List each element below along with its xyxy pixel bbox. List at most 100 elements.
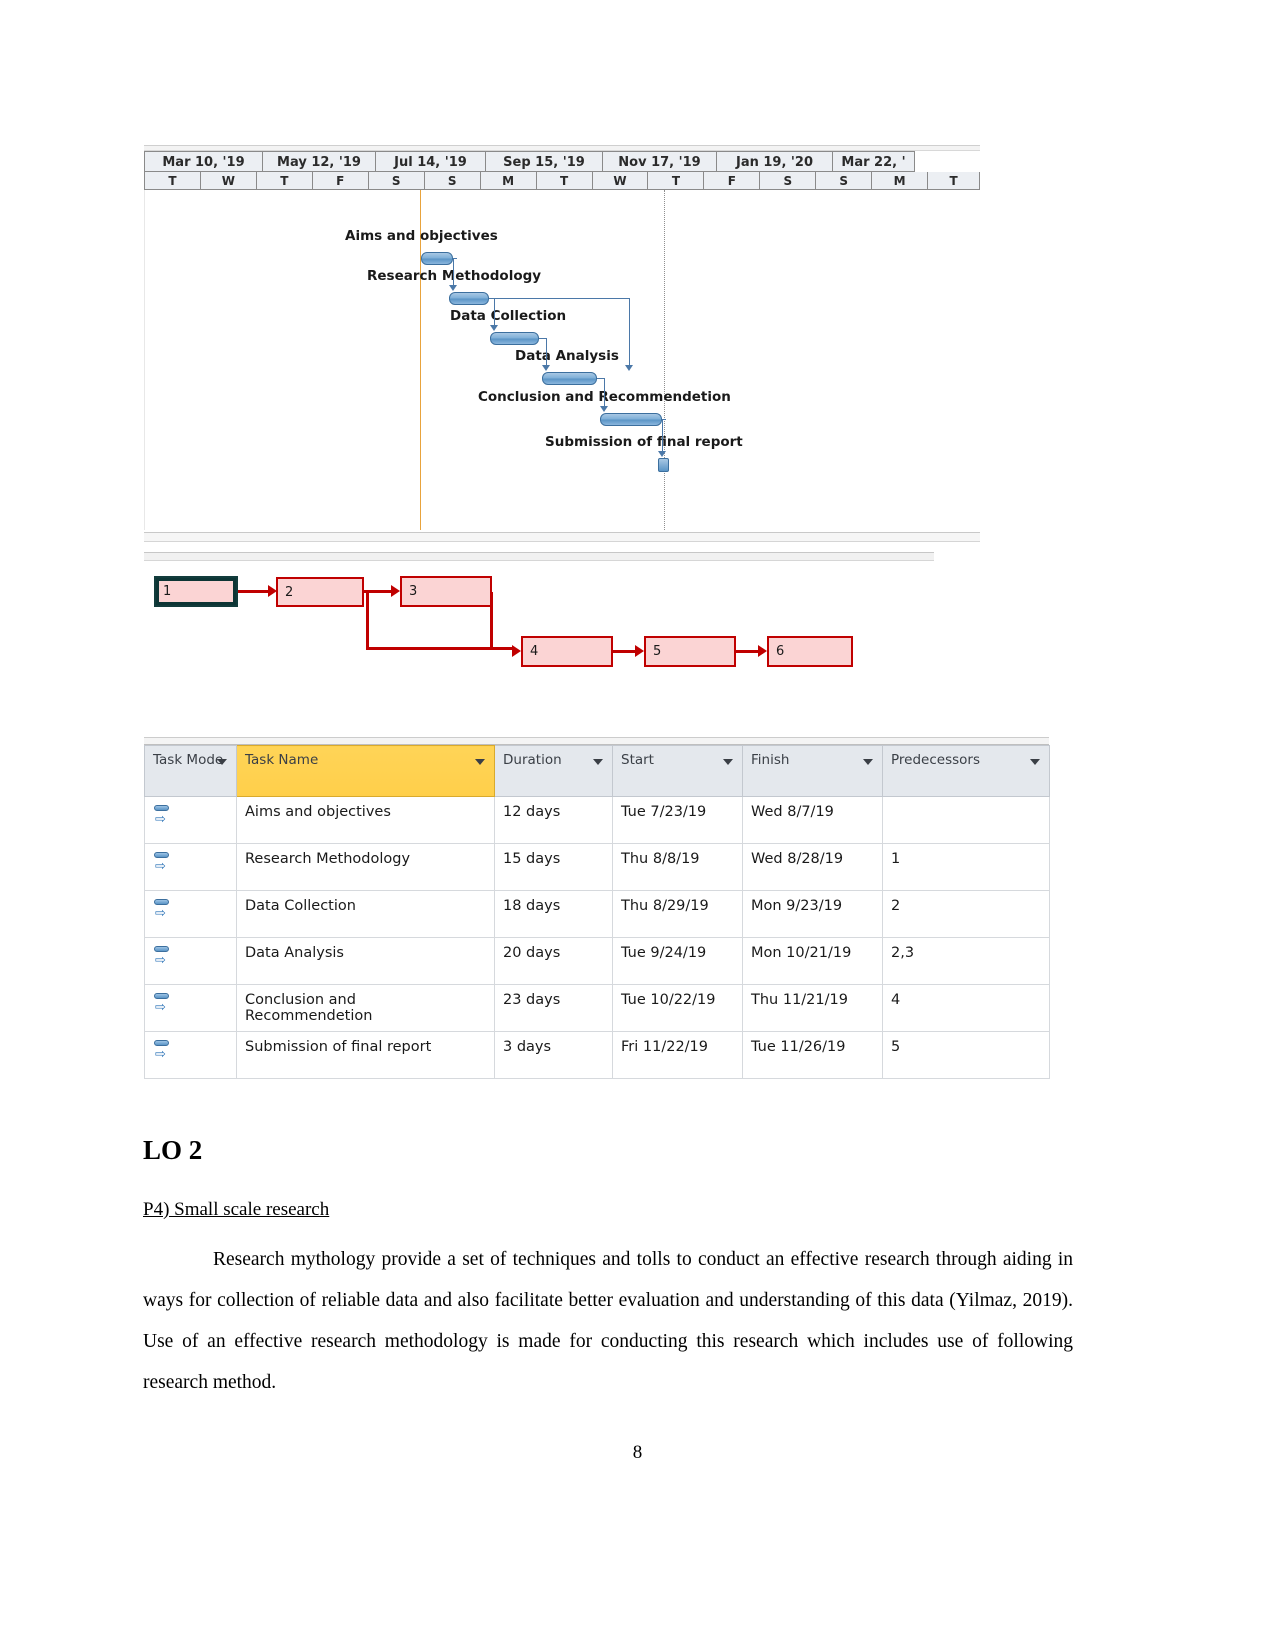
timescale-major-0: Mar 10, '19	[145, 151, 263, 172]
gantt-link-arrow-5	[658, 451, 666, 457]
cell-predecessors[interactable]: 2,3	[882, 937, 1050, 985]
network-node-label: 2	[285, 584, 294, 600]
cell-duration[interactable]: 3 days	[494, 1031, 613, 1079]
cell-predecessors[interactable]: 4	[882, 984, 1050, 1032]
cell-name[interactable]: Research Methodology	[236, 843, 495, 891]
gantt-bar-6[interactable]	[658, 458, 669, 472]
column-header-finish[interactable]: Finish	[742, 745, 883, 797]
cell-finish[interactable]: Wed 8/7/19	[742, 796, 883, 844]
cell-predecessors[interactable]: 1	[882, 843, 1050, 891]
cell-task-mode[interactable]: ⇨	[144, 890, 237, 938]
network-node-label: 6	[776, 644, 785, 659]
table-row[interactable]: ⇨ Aims and objectives 12 days Tue 7/23/19 We…	[144, 796, 1050, 844]
filter-chevron-down-icon[interactable]	[863, 759, 873, 765]
network-arrow-1-2	[268, 585, 277, 597]
filter-chevron-down-icon[interactable]	[475, 759, 485, 765]
cell-duration[interactable]: 15 days	[494, 843, 613, 891]
manually-scheduled-icon[interactable]: ⇨	[153, 898, 173, 920]
timescale-minor-14: T	[928, 172, 981, 190]
cell-name[interactable]: Aims and objectives	[236, 796, 495, 844]
gantt-task-label-1: Aims and objectives	[345, 228, 498, 244]
network-canvas: 1 2 3 4 5 6	[144, 562, 934, 672]
gantt-link-h-3	[539, 338, 546, 339]
cell-name[interactable]: Data Collection	[236, 890, 495, 938]
network-node-1[interactable]: 1	[154, 576, 238, 607]
column-header-name[interactable]: Task Name	[236, 745, 495, 797]
manually-scheduled-icon[interactable]: ⇨	[153, 945, 173, 967]
body-paragraph: Research mythology provide a set of tech…	[143, 1249, 1073, 1393]
cell-start[interactable]: Tue 10/22/19	[612, 984, 743, 1032]
filter-chevron-down-icon[interactable]	[1030, 759, 1040, 765]
cell-task-mode[interactable]: ⇨	[144, 937, 237, 985]
manually-scheduled-icon[interactable]: ⇨	[153, 1039, 173, 1061]
cell-task-mode[interactable]: ⇨	[144, 984, 237, 1032]
cell-finish[interactable]: Mon 10/21/19	[742, 937, 883, 985]
cell-name[interactable]: Conclusion and Recommendetion	[236, 984, 495, 1032]
column-header-start[interactable]: Start	[612, 745, 743, 797]
cell-finish[interactable]: Wed 8/28/19	[742, 843, 883, 891]
cell-task-mode[interactable]: ⇨	[144, 1031, 237, 1079]
cell-finish[interactable]: Thu 11/21/19	[742, 984, 883, 1032]
network-edge-1-2	[238, 590, 268, 593]
network-node-label: 5	[653, 644, 662, 659]
manually-scheduled-icon[interactable]: ⇨	[153, 851, 173, 873]
gantt-link-v-3	[546, 338, 547, 366]
network-node-5[interactable]: 5	[644, 636, 736, 667]
table-row[interactable]: ⇨ Data Collection 18 days Thu 8/29/19 Mon 9/…	[144, 890, 1050, 938]
table-row[interactable]: ⇨ Conclusion and Recommendetion 23 days Tue…	[144, 984, 1050, 1032]
gantt-bar-3[interactable]	[490, 332, 539, 345]
timescale-minor-6: M	[480, 172, 537, 190]
cell-name[interactable]: Submission of final report	[236, 1031, 495, 1079]
cell-predecessors[interactable]	[882, 796, 1050, 844]
column-header-mode[interactable]: Task Mode	[144, 745, 237, 797]
column-header-predecessors[interactable]: Predecessors	[882, 745, 1050, 797]
table-row[interactable]: ⇨ Research Methodology 15 days Thu 8/8/19 We…	[144, 843, 1050, 891]
network-edge-3-4-v	[490, 592, 493, 648]
gantt-link-h-extra	[489, 298, 629, 299]
cell-task-mode[interactable]: ⇨	[144, 796, 237, 844]
cell-finish[interactable]: Mon 9/23/19	[742, 890, 883, 938]
cell-duration[interactable]: 23 days	[494, 984, 613, 1032]
cell-finish[interactable]: Tue 11/26/19	[742, 1031, 883, 1079]
cell-start[interactable]: Fri 11/22/19	[612, 1031, 743, 1079]
lo-heading: LO 2	[143, 1135, 203, 1165]
cell-task-mode[interactable]: ⇨	[144, 843, 237, 891]
network-node-3[interactable]: 3	[400, 576, 492, 607]
cell-duration[interactable]: 12 days	[494, 796, 613, 844]
filter-chevron-down-icon[interactable]	[593, 759, 603, 765]
gantt-bar-2[interactable]	[449, 292, 489, 305]
gantt-link-v-4	[604, 378, 605, 407]
document-text: LO 2 P4) Small scale research Research m…	[143, 1135, 1073, 1403]
page-number: 8	[632, 1442, 643, 1463]
timescale-minor-12: S	[816, 172, 873, 190]
cell-predecessors[interactable]: 5	[882, 1031, 1050, 1079]
gantt-canvas: Aims and objectives Research Methodology D…	[144, 190, 980, 530]
gantt-link-arrow-1	[449, 285, 457, 291]
task-table: Task Mode Task Name Duration Start Finish Pre…	[144, 745, 1050, 1079]
manually-scheduled-icon[interactable]: ⇨	[153, 804, 173, 826]
cell-start[interactable]: Thu 8/8/19	[612, 843, 743, 891]
filter-chevron-down-icon[interactable]	[217, 759, 227, 765]
table-row[interactable]: ⇨ Data Analysis 20 days Tue 9/24/19 Mon 10/2…	[144, 937, 1050, 985]
cell-start[interactable]: Thu 8/29/19	[612, 890, 743, 938]
column-header-label: Task Name	[245, 752, 319, 768]
cell-start[interactable]: Tue 7/23/19	[612, 796, 743, 844]
gantt-bar-4[interactable]	[542, 372, 597, 385]
cell-name[interactable]: Data Analysis	[236, 937, 495, 985]
filter-chevron-down-icon[interactable]	[723, 759, 733, 765]
manually-scheduled-icon[interactable]: ⇨	[153, 992, 173, 1014]
network-top-divider	[144, 552, 934, 561]
cell-duration[interactable]: 18 days	[494, 890, 613, 938]
cell-predecessors[interactable]: 2	[882, 890, 1050, 938]
table-row[interactable]: ⇨ Submission of final report 3 days Fri 11/…	[144, 1031, 1050, 1079]
cell-duration[interactable]: 20 days	[494, 937, 613, 985]
cell-start[interactable]: Tue 9/24/19	[612, 937, 743, 985]
network-node-6[interactable]: 6	[767, 636, 853, 667]
gantt-link-v-5	[662, 419, 663, 452]
network-node-4[interactable]: 4	[521, 636, 613, 667]
network-node-2[interactable]: 2	[276, 577, 364, 607]
gantt-bar-5[interactable]	[600, 413, 662, 426]
timescale-minor-10: F	[704, 172, 761, 190]
column-header-duration[interactable]: Duration	[494, 745, 613, 797]
gantt-bar-1[interactable]	[421, 252, 453, 265]
